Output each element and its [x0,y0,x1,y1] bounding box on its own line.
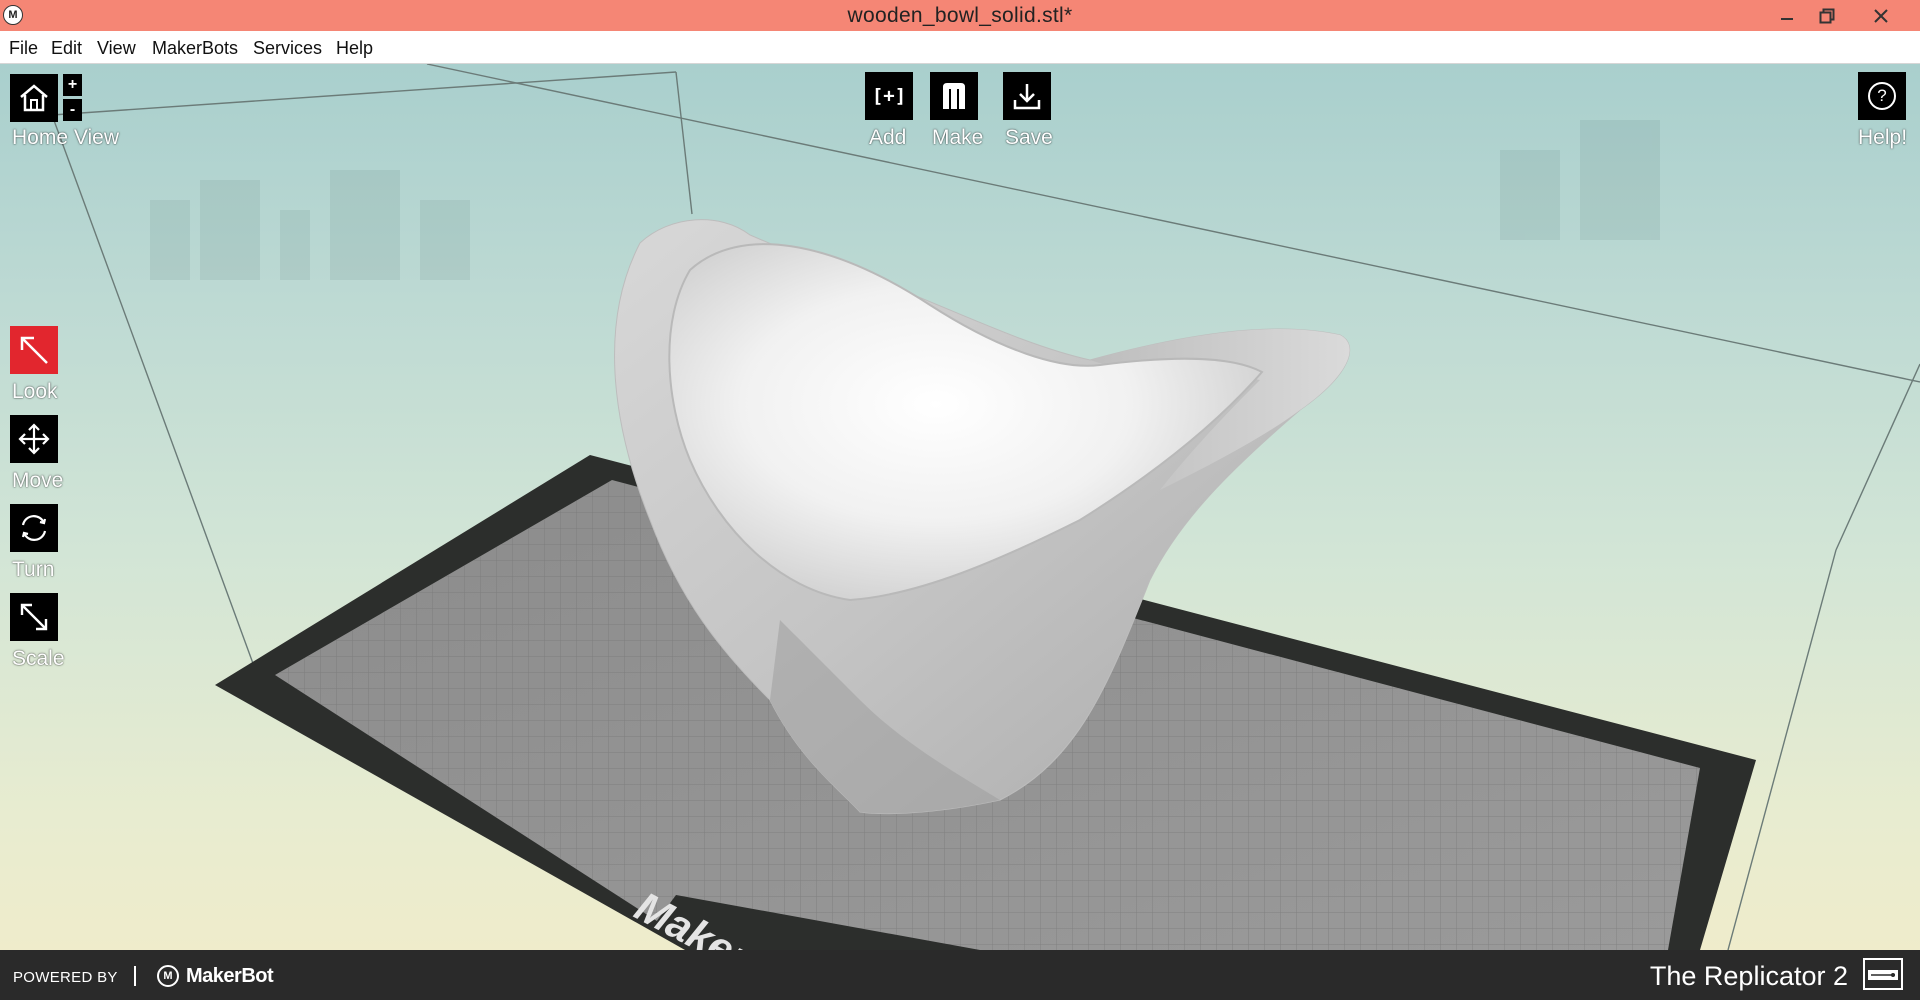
turn-label: Turn [12,558,55,581]
title-bar: M wooden_bowl_solid.stl* [0,0,1920,31]
3d-viewport[interactable]: MakerBot + - Home View [+] Add Make Save… [0,64,1920,950]
menu-file[interactable]: File [9,38,38,59]
move-tool-button[interactable] [10,415,58,463]
home-view-button[interactable] [10,74,58,122]
menu-services[interactable]: Services [253,38,322,59]
add-icon: [+] [871,85,907,107]
make-label: Make [932,126,984,149]
save-button[interactable] [1003,72,1051,120]
zoom-in-button[interactable]: + [63,74,82,96]
zoom-out-button[interactable]: - [63,99,82,121]
move-label: Move [12,469,64,492]
close-icon [1874,8,1888,23]
scale-icon [20,603,48,631]
status-bar: POWERED BY M MakerBot The Replicator 2 [0,950,1920,1000]
menu-makerbots[interactable]: MakerBots [152,38,238,59]
home-icon [20,84,48,112]
rotate-icon [21,515,47,541]
menu-bar: File Edit View MakerBots Services Help [0,31,1920,64]
makerbot-m-icon [943,83,965,109]
scale-tool-button[interactable] [10,593,58,641]
menu-edit[interactable]: Edit [51,38,82,59]
help-icon: ? [1868,82,1896,110]
minimize-icon [1781,17,1793,20]
window-title: wooden_bowl_solid.stl* [847,4,1073,27]
home-view-label: Home View [12,126,119,149]
powered-by-label: POWERED BY [13,969,118,986]
printer-name[interactable]: The Replicator 2 [1650,961,1848,992]
status-divider [134,966,136,986]
menu-view[interactable]: View [97,38,136,59]
add-label: Add [869,126,907,149]
download-icon [1013,84,1041,110]
look-tool-button[interactable] [10,326,58,374]
move-icon [18,423,50,455]
makerbot-logo-icon: M [157,965,179,987]
scale-label: Scale [12,647,65,670]
makerbot-brand: MakerBot [186,965,274,987]
turn-tool-button[interactable] [10,504,58,552]
printer-settings-icon[interactable] [1863,958,1903,990]
add-button[interactable]: [+] [865,72,913,120]
restore-icon [1819,8,1835,23]
save-label: Save [1005,126,1053,149]
help-button[interactable]: ? [1858,72,1906,120]
restore-button[interactable] [1804,0,1850,31]
close-button[interactable] [1858,0,1904,31]
look-label: Look [12,380,58,403]
help-label: Help! [1858,126,1908,149]
menu-help[interactable]: Help [336,38,373,59]
look-arrow-icon [20,336,48,364]
make-button[interactable] [930,72,978,120]
scene-canvas[interactable]: MakerBot [0,64,1920,950]
